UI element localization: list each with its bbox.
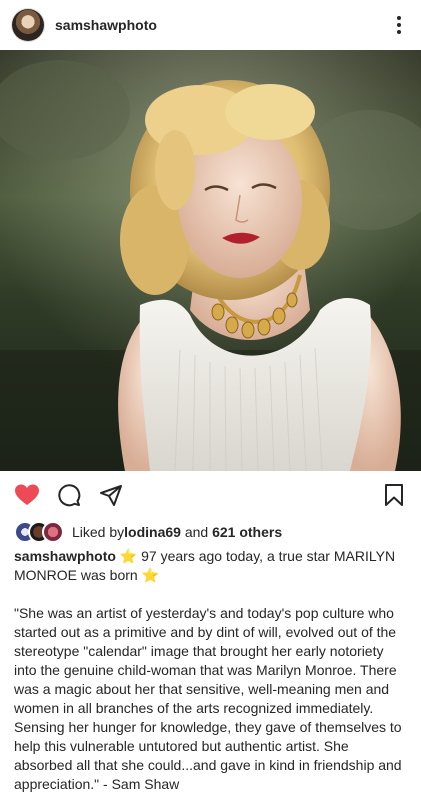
caption-quote: "She was an artist of yesterday's and to…	[14, 605, 402, 792]
star-icon: ⭐	[119, 548, 138, 564]
share-icon[interactable]	[96, 480, 126, 510]
likes-summary[interactable]: Liked by lodina69 and 621 others	[0, 519, 421, 545]
more-vertical-icon[interactable]	[389, 13, 409, 37]
post-header: samshawphoto	[0, 0, 421, 50]
post-caption: samshawphoto ⭐ 97 years ago today, a tru…	[0, 545, 421, 794]
likes-middle: and	[180, 524, 213, 540]
profile-avatar[interactable]	[12, 9, 44, 41]
comment-icon[interactable]	[54, 480, 84, 510]
liker-avatars	[14, 521, 64, 543]
caption-username[interactable]: samshawphoto	[14, 548, 116, 564]
bookmark-icon[interactable]	[379, 480, 409, 510]
star-icon: ⭐	[141, 567, 160, 583]
post-photo[interactable]	[0, 50, 421, 471]
likes-prefix: Liked by	[72, 524, 125, 540]
likes-others-count[interactable]: 621 others	[212, 524, 282, 540]
heart-icon[interactable]	[12, 480, 42, 510]
liker-username[interactable]: lodina69	[124, 524, 181, 540]
liker-avatar	[42, 521, 64, 543]
post-actions-bar	[0, 471, 421, 519]
post-username[interactable]: samshawphoto	[55, 17, 157, 33]
